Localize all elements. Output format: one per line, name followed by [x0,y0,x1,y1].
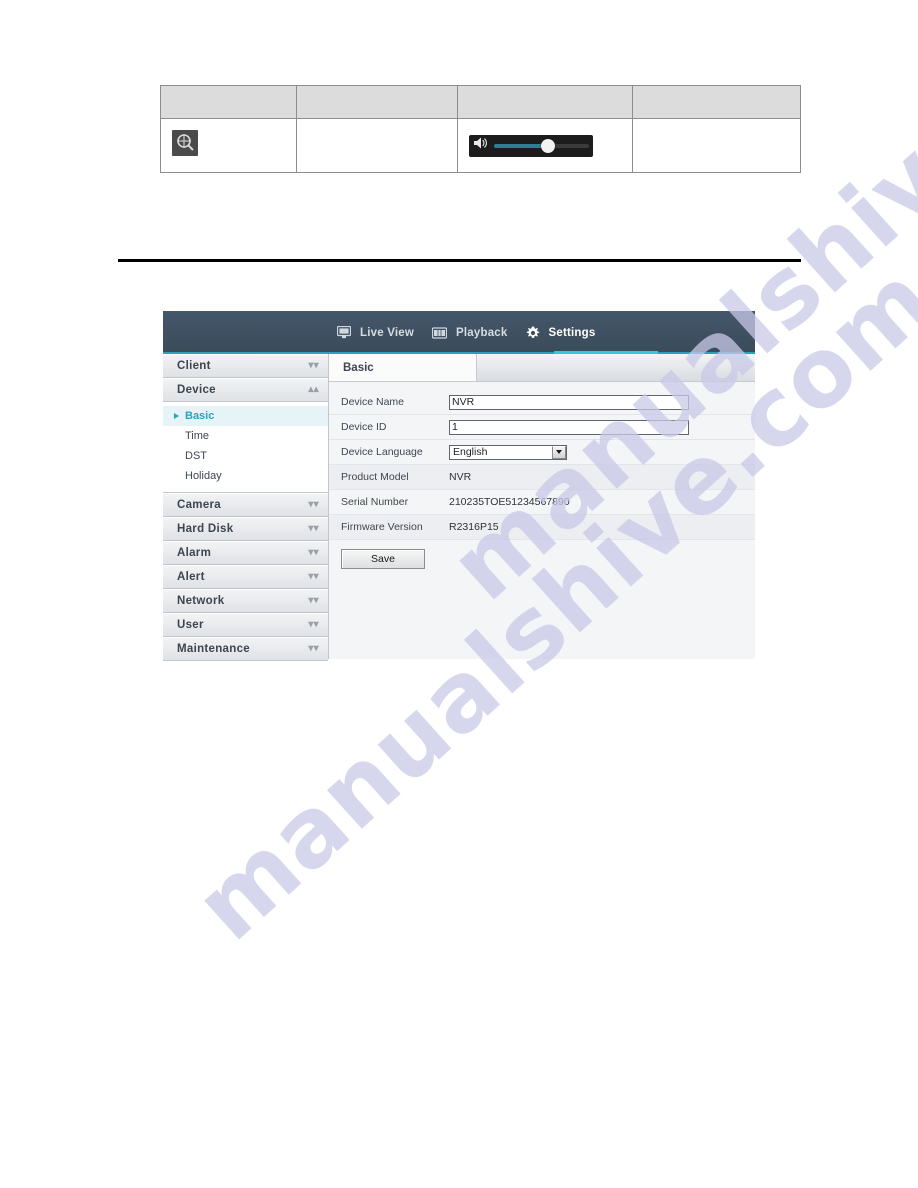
nvr-web-interface: Live View Playback Settings Client ▾▾ De… [163,311,755,661]
label-device-language: Device Language [341,446,423,458]
sidebar-label-network: Network [177,595,225,607]
label-device-id: Device ID [341,421,387,433]
sidebar-label-user: User [177,619,204,631]
save-button[interactable]: Save [341,549,425,569]
firmware-version-value: R2316P15 [449,521,499,533]
sidebar-item-network[interactable]: Network ▾▾ [163,589,328,613]
nav-label-live-view: Live View [360,326,415,339]
chevron-down-icon: ▾▾ [308,643,319,654]
settings-content: Basic Device Name Device ID Device Langu… [329,354,755,659]
sidebar-item-camera[interactable]: Camera ▾▾ [163,493,328,517]
sidebar-item-hard-disk[interactable]: Hard Disk ▾▾ [163,517,328,541]
selection-arrow-icon [174,413,179,419]
chevron-up-icon: ▴▴ [308,384,319,395]
tab-label-basic: Basic [343,361,374,374]
chevron-down-icon[interactable] [552,445,566,459]
label-serial-number: Serial Number [341,496,409,508]
device-language-select[interactable]: English [449,444,567,460]
sidebar-item-user[interactable]: User ▾▾ [163,613,328,637]
sidebar-label-alert: Alert [177,571,205,583]
monitor-icon [337,326,351,339]
form-row-firmware-version: Firmware Version R2316P15 [329,515,755,540]
device-name-input[interactable] [449,394,689,410]
sidebar-item-alarm[interactable]: Alarm ▾▾ [163,541,328,565]
chevron-down-icon: ▾▾ [308,360,319,371]
chevron-down-icon: ▾▾ [308,499,319,510]
label-firmware-version: Firmware Version [341,521,423,533]
sidebar-item-maintenance[interactable]: Maintenance ▾▾ [163,637,328,661]
sidebar-label-maintenance: Maintenance [177,643,250,655]
chevron-down-icon: ▾▾ [308,571,319,582]
table-cell-zoom [161,130,296,161]
sidebar-label-hard-disk: Hard Disk [177,523,234,535]
device-language-value: English [453,446,488,458]
label-device-name: Device Name [341,396,405,408]
nav-item-playback[interactable]: Playback [423,311,516,354]
gear-icon [526,326,540,340]
nav-label-settings: Settings [548,326,596,339]
sidebar-sublabel-time: Time [185,430,210,442]
form-row-product-model: Product Model NVR [329,465,755,490]
feature-table [160,85,802,173]
sidebar-subitem-basic[interactable]: Basic [163,406,328,426]
volume-control[interactable] [469,134,594,157]
volume-slider-fill [494,143,548,148]
sidebar-item-alert[interactable]: Alert ▾▾ [163,565,328,589]
chevron-down-icon: ▾▾ [308,619,319,630]
table-body-row [160,118,802,173]
active-tab-indicator [554,351,658,354]
chevron-down-icon: ▾▾ [308,595,319,606]
nav-item-live-view[interactable]: Live View [328,311,423,354]
app-header-bar: Live View Playback Settings [163,311,755,354]
filmstrip-icon [432,326,448,339]
tabstrip-filler [477,354,755,381]
tab-basic[interactable]: Basic [329,354,477,381]
sidebar-subitem-time[interactable]: Time [163,426,328,446]
app-body: Client ▾▾ Device ▴▴ Basic Time DST Holid… [163,354,755,661]
form-row-device-name: Device Name [329,390,755,415]
volume-slider-track[interactable] [494,138,590,153]
header-accent-line [163,351,755,354]
sidebar-sublabel-dst: DST [185,450,207,462]
sidebar-subitem-holiday[interactable]: Holiday [163,466,328,486]
form-row-device-language: Device Language English [329,440,755,465]
sidebar-subitem-dst[interactable]: DST [163,446,328,466]
zoom-in-icon[interactable] [172,130,198,156]
sidebar-label-alarm: Alarm [177,547,212,559]
chevron-down-icon: ▾▾ [308,523,319,534]
sidebar-subitems-device: Basic Time DST Holiday [163,402,328,493]
form-row-serial-number: Serial Number 210235TOE51234567890 [329,490,755,515]
form-row-device-id: Device ID [329,415,755,440]
sidebar-label-device: Device [177,384,216,396]
device-basic-form: Device Name Device ID Device Language En… [329,382,755,659]
sidebar-label-camera: Camera [177,499,221,511]
nav-item-settings[interactable]: Settings [517,311,605,354]
device-id-input[interactable] [449,419,689,435]
table-cell-volume [458,134,632,157]
chevron-down-icon: ▾▾ [308,547,319,558]
sidebar-label-client: Client [177,360,211,372]
volume-slider-handle[interactable] [540,138,555,153]
label-product-model: Product Model [341,471,409,483]
nav-label-playback: Playback [456,326,508,339]
form-actions: Save [329,540,755,569]
sidebar-item-client[interactable]: Client ▾▾ [163,354,328,378]
settings-sidebar: Client ▾▾ Device ▴▴ Basic Time DST Holid… [163,354,329,661]
serial-number-value: 210235TOE51234567890 [449,496,570,508]
sidebar-sublabel-holiday: Holiday [185,470,222,482]
sidebar-sublabel-basic: Basic [185,410,215,422]
speaker-icon [473,136,488,155]
table-header-row [160,85,802,119]
product-model-value: NVR [449,471,472,483]
sidebar-item-device[interactable]: Device ▴▴ [163,378,328,402]
content-tabstrip: Basic [329,354,755,382]
main-navigation: Live View Playback Settings [328,311,604,354]
section-divider [118,259,801,262]
